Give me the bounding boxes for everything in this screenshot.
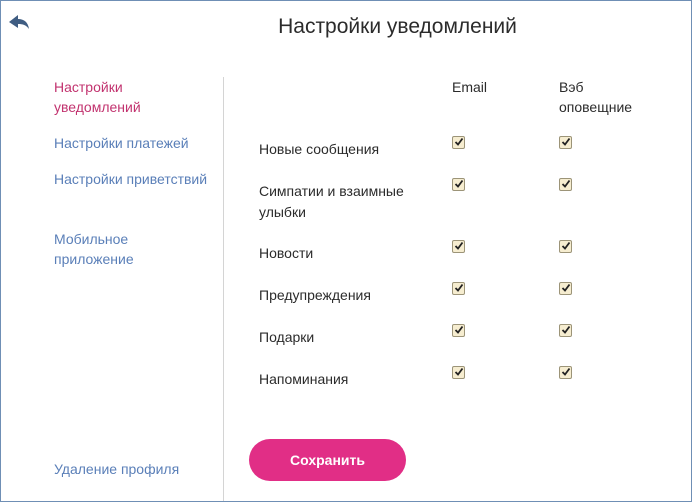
save-button[interactable]: Сохранить xyxy=(249,439,406,481)
page-title: Настройки уведомлений xyxy=(278,15,517,38)
column-header-web: Вэб оповещние xyxy=(559,79,633,115)
row-label-new-messages: Новые сообщения xyxy=(259,141,380,157)
checkbox-warnings-web[interactable] xyxy=(559,282,572,295)
checkbox-likes-web[interactable] xyxy=(559,178,572,191)
checkbox-reminders-email[interactable] xyxy=(452,366,465,379)
checkbox-likes-email[interactable] xyxy=(452,178,465,191)
checkbox-news-web[interactable] xyxy=(559,240,572,253)
checkbox-new-messages-email[interactable] xyxy=(452,136,465,149)
sidebar-item-mobile-app[interactable]: Мобильное приложение xyxy=(54,229,154,269)
sidebar-item-greetings[interactable]: Настройки приветствий xyxy=(54,169,219,189)
checkbox-news-email[interactable] xyxy=(452,240,465,253)
checkbox-gifts-web[interactable] xyxy=(559,324,572,337)
sidebar-divider xyxy=(223,77,224,501)
row-label-reminders: Напоминания xyxy=(259,371,349,387)
checkbox-warnings-email[interactable] xyxy=(452,282,465,295)
checkbox-new-messages-web[interactable] xyxy=(559,136,572,149)
column-header-email: Email xyxy=(452,79,488,95)
sidebar: Настройки уведомлений Настройки платежей… xyxy=(54,77,219,497)
checkbox-reminders-web[interactable] xyxy=(559,366,572,379)
sidebar-item-notifications[interactable]: Настройки уведомлений xyxy=(54,77,164,117)
checkbox-gifts-email[interactable] xyxy=(452,324,465,337)
sidebar-item-payments[interactable]: Настройки платежей xyxy=(54,133,219,153)
row-label-news: Новости xyxy=(259,245,314,261)
settings-window: Настройки уведомлений Настройки уведомле… xyxy=(0,0,692,502)
row-label-gifts: Подарки xyxy=(259,329,315,345)
delete-profile-link[interactable]: Удаление профиля xyxy=(54,459,219,479)
row-label-likes: Симпатии и взаимные улыбки xyxy=(259,183,404,220)
row-label-warnings: Предупреждения xyxy=(259,287,371,303)
